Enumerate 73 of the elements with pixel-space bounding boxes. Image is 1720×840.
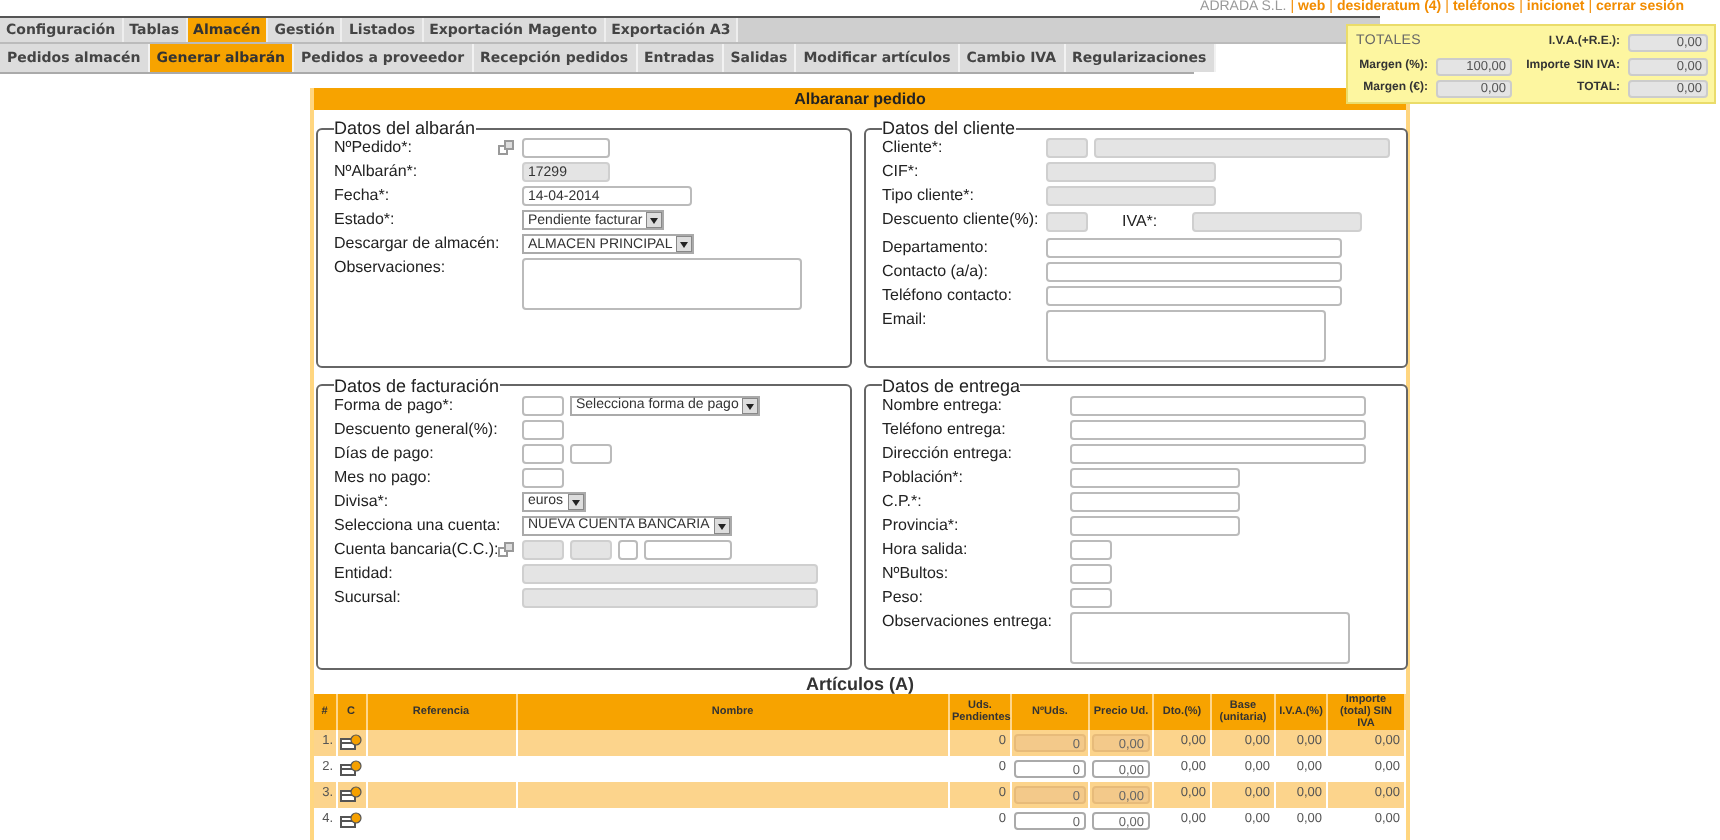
input-field[interactable] [522, 395, 564, 415]
field-label: Descuento cliente(%): [882, 210, 1039, 230]
section-title: Datos del albarán [334, 118, 476, 138]
field-label: C.P.*: [882, 491, 922, 511]
field-label: Divisa*: [334, 491, 389, 511]
field-label: Descuento general(%): [334, 419, 498, 439]
input-field[interactable] [1070, 491, 1240, 511]
link-icon[interactable] [498, 140, 514, 156]
field-label: Peso: [882, 587, 923, 607]
field-label: Fecha*: [334, 186, 390, 206]
cart-add-icon[interactable] [340, 759, 362, 777]
field-label: Estado*: [334, 210, 395, 230]
input-field[interactable] [1070, 539, 1112, 559]
section-title: Datos de facturación [334, 375, 500, 395]
cart-add-icon[interactable] [340, 785, 362, 803]
field-label: Hora salida: [882, 539, 968, 559]
input-field[interactable] [1070, 467, 1240, 487]
field-label: Cuenta bancaria(C.C.): [334, 539, 499, 559]
field-label: Dirección entrega: [882, 443, 1012, 463]
field-label: Teléfono entrega: [882, 419, 1006, 439]
field-label: Población*: [882, 467, 963, 487]
input-field[interactable] [1046, 261, 1342, 281]
cart-add-icon[interactable] [340, 811, 362, 829]
field-label: NºBultos: [882, 563, 949, 583]
table-title: Artículos (A) [804, 673, 916, 693]
field-label: Email: [882, 309, 927, 329]
caret-icon [676, 236, 693, 252]
field-label: Descargar de almacén: [334, 234, 500, 254]
field-label: Provincia*: [882, 515, 959, 535]
input-field[interactable] [570, 443, 612, 463]
input-field[interactable] [1070, 419, 1366, 439]
caret-icon [742, 397, 759, 413]
field-label: Forma de pago*: [334, 395, 454, 415]
input-field[interactable] [522, 138, 610, 158]
section-title: Datos de entrega [882, 375, 1021, 395]
input-field[interactable] [618, 539, 638, 559]
caret-icon [646, 212, 663, 228]
caret-icon [567, 493, 584, 509]
field-label: Observaciones: [334, 258, 446, 278]
field-label: CIF*: [882, 162, 919, 182]
input-field[interactable] [522, 467, 564, 487]
field-label: NºAlbarán*: [334, 162, 418, 182]
field-label: Cliente*: [882, 138, 943, 158]
link-icon[interactable] [498, 541, 515, 557]
field-label: Selecciona una cuenta: [334, 515, 501, 535]
field-label: Contacto (a/a): [882, 261, 988, 281]
input-field[interactable] [1046, 237, 1342, 257]
input-field[interactable] [1046, 285, 1342, 305]
input-field[interactable] [1070, 395, 1366, 415]
field-label: Sucursal: [334, 587, 401, 607]
field-label: Tipo cliente*: [882, 186, 974, 206]
input-field[interactable] [1070, 587, 1112, 607]
text-area[interactable] [1046, 309, 1326, 361]
input-field[interactable] [522, 419, 564, 439]
text-area[interactable] [522, 258, 802, 310]
field-label: Observaciones entrega: [882, 611, 1052, 631]
section-title: Datos del cliente [882, 118, 1016, 138]
field-label: Entidad: [334, 563, 393, 583]
field-label: Teléfono contacto: [882, 285, 1012, 305]
field-label: Nombre entrega: [882, 395, 1003, 415]
field-label: IVA*: [1120, 210, 1160, 234]
field-label: Días de pago: [334, 443, 434, 463]
input-field[interactable] [522, 443, 564, 463]
caret-icon [713, 517, 730, 533]
field-label: Departamento: [882, 237, 988, 257]
field-label: Mes no pago: [334, 467, 431, 487]
input-field[interactable] [1070, 515, 1240, 535]
input-field[interactable] [1070, 443, 1366, 463]
field-label: NºPedido*: [334, 138, 412, 158]
input-field[interactable] [644, 539, 732, 559]
input-field[interactable] [1070, 563, 1112, 583]
text-area[interactable] [1070, 611, 1350, 663]
cart-add-icon[interactable] [340, 733, 362, 751]
